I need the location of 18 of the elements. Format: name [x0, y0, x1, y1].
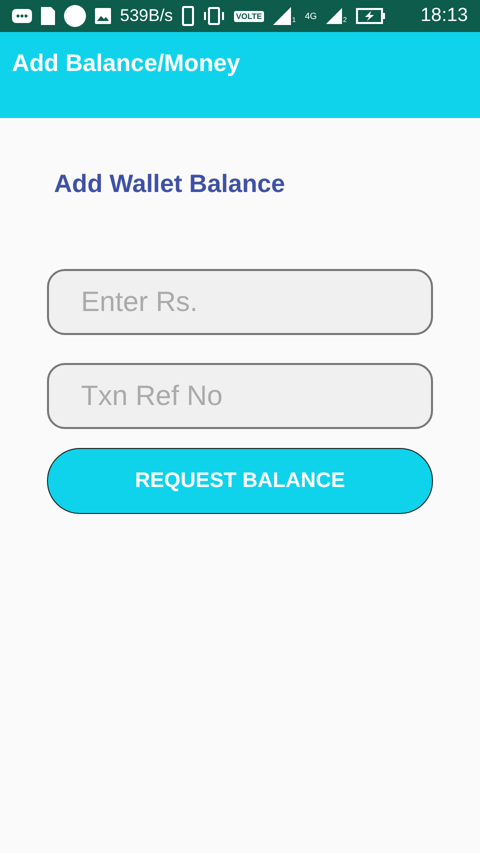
vibrate-icon: [202, 7, 225, 25]
volte-badge: VOLTE: [234, 10, 264, 22]
network-type: 4G: [304, 11, 317, 21]
app-bar-title: Add Balance/Money: [12, 50, 240, 77]
phone-icon: [182, 6, 194, 26]
image-icon: [95, 8, 111, 24]
network-speed: 539B/s: [120, 6, 173, 26]
request-balance-button[interactable]: REQUEST BALANCE: [47, 448, 433, 514]
signal-icon: [326, 8, 342, 24]
input-field[interactable]: Enter Rs.: [47, 269, 433, 335]
clock: 18:13: [420, 5, 468, 27]
form-heading: Add Wallet Balance: [54, 170, 286, 199]
signal-icon: [273, 7, 292, 25]
document-icon: [41, 7, 55, 25]
chat-icon: [12, 8, 32, 24]
circle-icon: [64, 5, 86, 27]
battery-icon: [356, 8, 386, 24]
input-field[interactable]: Txn Ref No: [47, 363, 433, 429]
